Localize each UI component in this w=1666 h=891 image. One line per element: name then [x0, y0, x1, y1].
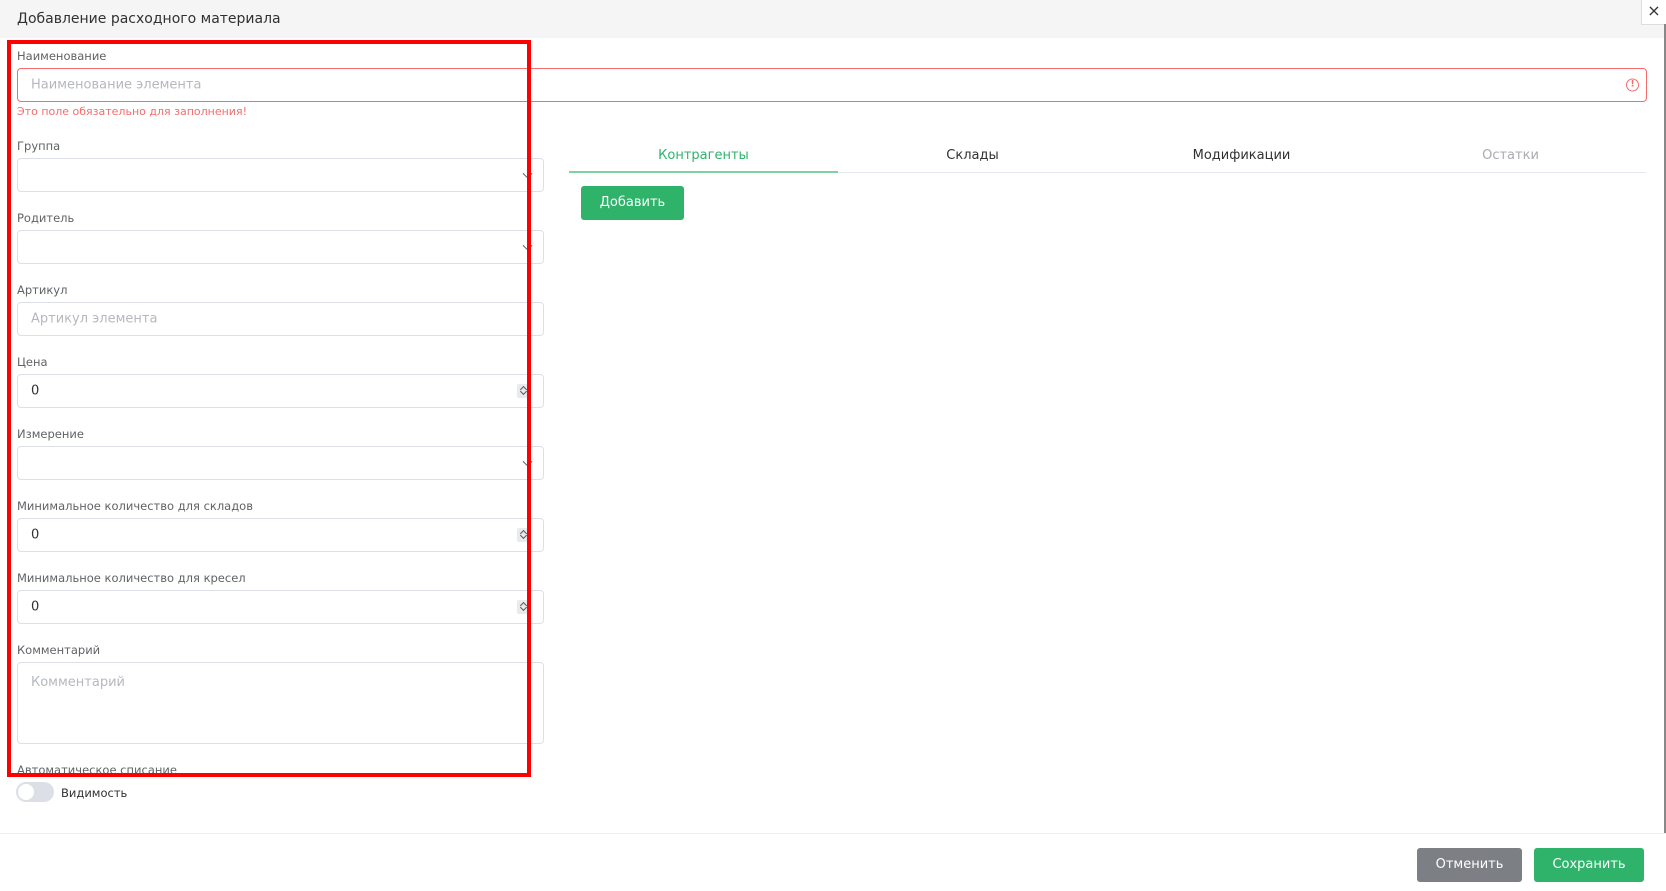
- tab-counterparties[interactable]: Контрагенты: [569, 140, 838, 173]
- tab-balances[interactable]: Остатки: [1376, 140, 1645, 172]
- article-input[interactable]: Артикул элемента: [17, 302, 544, 336]
- close-icon[interactable]: ×: [1641, 0, 1666, 25]
- parent-select[interactable]: [17, 230, 544, 264]
- stepper-icon[interactable]: [517, 600, 530, 614]
- article-placeholder: Артикул элемента: [31, 311, 158, 327]
- name-label: Наименование: [17, 49, 107, 63]
- error-icon: !: [1626, 78, 1639, 92]
- comment-placeholder: Комментарий: [31, 675, 125, 690]
- stepper-icon[interactable]: [517, 384, 530, 398]
- min-chair-value: 0: [31, 599, 40, 615]
- save-button[interactable]: Сохранить: [1534, 848, 1644, 882]
- parent-label: Родитель: [17, 211, 75, 225]
- tab-bar: Контрагенты Склады Модификации Остатки: [569, 140, 1646, 173]
- group-label: Группа: [17, 139, 61, 153]
- chevron-down-icon: [522, 168, 533, 179]
- modal-title: Добавление расходного материала: [17, 11, 281, 27]
- name-placeholder: Наименование элемента: [31, 77, 202, 93]
- comment-label: Комментарий: [17, 643, 101, 657]
- footer-divider: [0, 833, 1666, 834]
- unit-label: Измерение: [17, 427, 84, 441]
- min-chair-label: Минимальное количество для кресел: [17, 571, 246, 585]
- visibility-toggle-label: Видимость: [61, 786, 128, 800]
- group-select[interactable]: [17, 158, 544, 192]
- tab-modifications[interactable]: Модификации: [1107, 140, 1376, 172]
- price-value: 0: [31, 383, 40, 399]
- unit-select[interactable]: [17, 446, 544, 480]
- tab-warehouses[interactable]: Склады: [838, 140, 1107, 172]
- article-label: Артикул: [17, 283, 68, 297]
- toggle-knob: [18, 784, 34, 800]
- min-warehouse-label: Минимальное количество для складов: [17, 499, 253, 513]
- min-warehouse-input[interactable]: 0: [17, 518, 544, 552]
- cancel-button[interactable]: Отменить: [1417, 848, 1522, 882]
- price-input[interactable]: 0: [17, 374, 544, 408]
- chevron-down-icon: [522, 456, 533, 467]
- add-button[interactable]: Добавить: [581, 186, 684, 220]
- min-warehouse-value: 0: [31, 527, 40, 543]
- name-error-message: Это поле обязательно для заполнения!: [17, 105, 247, 118]
- price-label: Цена: [17, 355, 48, 369]
- auto-writeoff-label: Автоматическое списание: [17, 763, 177, 777]
- modal-header: Добавление расходного материала: [0, 0, 1666, 38]
- comment-textarea[interactable]: Комментарий: [17, 662, 544, 744]
- name-input[interactable]: Наименование элемента !: [17, 68, 1647, 102]
- chevron-down-icon: [522, 240, 533, 251]
- visibility-toggle[interactable]: [16, 782, 54, 802]
- min-chair-input[interactable]: 0: [17, 590, 544, 624]
- stepper-icon[interactable]: [517, 528, 530, 542]
